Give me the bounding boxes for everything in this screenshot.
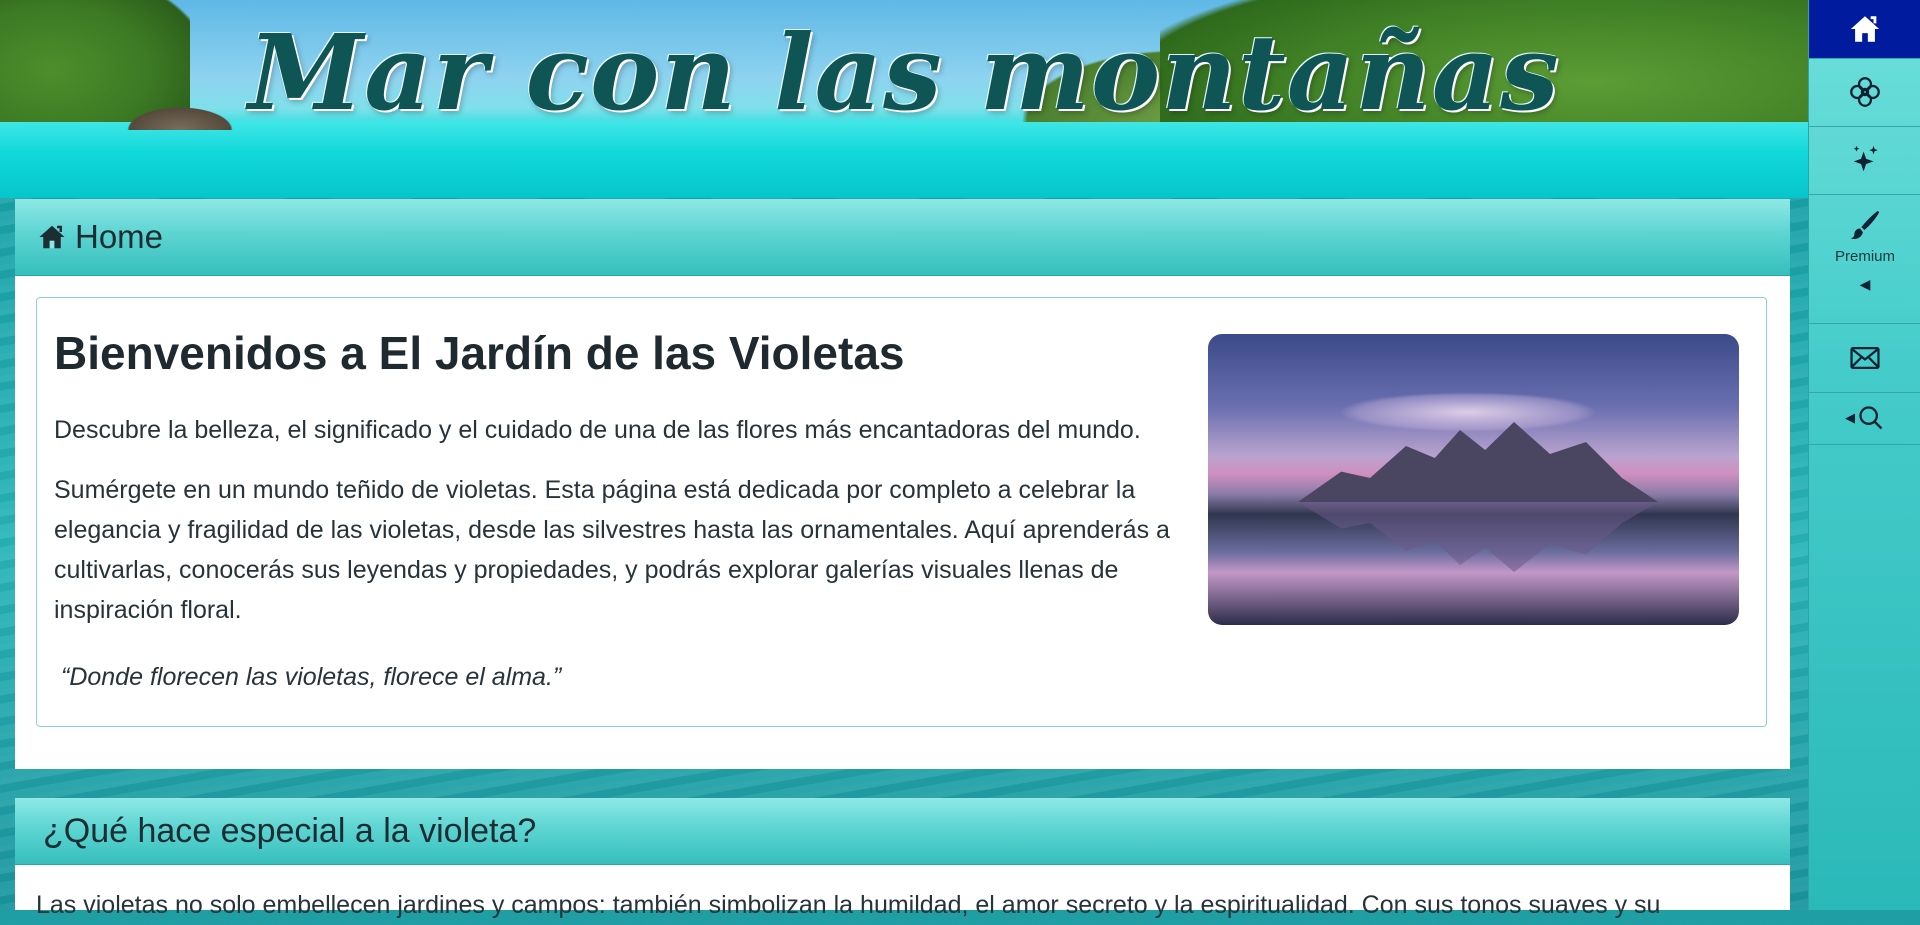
mail-icon <box>1850 346 1880 370</box>
welcome-intro: Descubre la belleza, el significado y el… <box>54 416 1141 444</box>
welcome-card: Bienvenidos a El Jardín de las Violetas … <box>36 297 1767 727</box>
sidebar-item-mail[interactable] <box>1809 324 1920 393</box>
breadcrumb-home-link[interactable]: Home <box>75 218 163 256</box>
caret-left-icon: ◀ <box>1845 410 1855 426</box>
sparkle-icon <box>1853 145 1878 172</box>
hero-clouds <box>1338 392 1598 432</box>
flower-icon <box>1850 77 1880 107</box>
home-icon <box>39 225 65 249</box>
hero-image <box>1208 334 1739 625</box>
welcome-body: Sumérgete en un mundo teñido de violetas… <box>54 476 1170 624</box>
special-title: ¿Qué hace especial a la violeta? <box>43 811 537 850</box>
home-panel: Home Bienvenidos a El Jardín de las Viol… <box>15 199 1790 769</box>
sidebar-item-flower[interactable] <box>1809 58 1920 127</box>
premium-label: Premium <box>1834 248 1895 265</box>
brush-icon <box>1850 210 1880 239</box>
search-icon <box>1859 406 1883 430</box>
sidebar-item-premium[interactable]: Premium ◀ <box>1809 194 1920 324</box>
breadcrumb: Home <box>15 199 1790 276</box>
hero-reflection <box>1298 502 1658 572</box>
sidebar: Premium ◀ ◀ <box>1808 0 1920 910</box>
special-panel-header: ¿Qué hace especial a la violeta? <box>15 798 1790 865</box>
hero-mountain <box>1298 422 1658 502</box>
special-text: Las violetas no solo embellecen jardines… <box>36 891 1661 919</box>
welcome-heading: Bienvenidos a El Jardín de las Violetas <box>54 327 905 379</box>
welcome-quote: “Donde florecen las violetas, florece el… <box>61 663 562 691</box>
sidebar-item-sparkle[interactable] <box>1809 126 1920 195</box>
special-panel: ¿Qué hace especial a la violeta? Las vio… <box>15 798 1790 919</box>
home-icon <box>1850 16 1880 42</box>
caret-left-icon[interactable]: ◀ <box>1860 277 1871 293</box>
sidebar-item-home[interactable] <box>1809 0 1920 59</box>
site-title[interactable]: Mar con las montañas <box>0 15 1808 130</box>
sidebar-item-search[interactable]: ◀ <box>1809 392 1920 445</box>
header-banner: Mar con las montañas <box>0 0 1808 198</box>
